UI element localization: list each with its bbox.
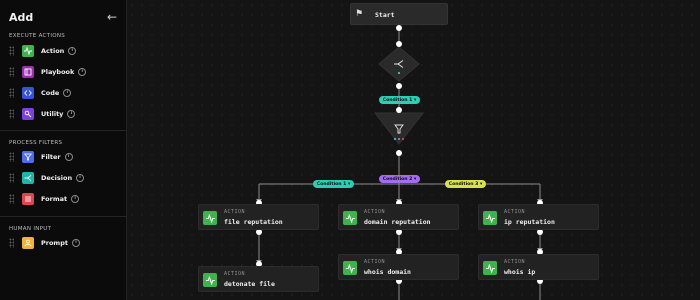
node-type-label: ACTION xyxy=(224,271,246,277)
action-node-domain-reputation[interactable]: ACTION domain reputation xyxy=(338,204,459,230)
condition-label: Condition 1 xyxy=(382,97,413,103)
node-title: whois ip xyxy=(504,268,536,276)
start-label: Start xyxy=(375,11,395,19)
condition-label: Condition 1 xyxy=(316,181,347,187)
filter-condition-2-pill[interactable]: Condition 2 ▾ xyxy=(379,175,420,183)
node-type-label: ACTION xyxy=(504,259,526,265)
action-node-file-reputation[interactable]: ACTION file reputation xyxy=(198,204,319,230)
condition-label: Condition 2 xyxy=(382,176,413,182)
action-node-whois-domain[interactable]: ACTION whois domain xyxy=(338,254,459,280)
action-node-ip-reputation[interactable]: ACTION ip reputation xyxy=(478,204,599,230)
filter-condition-3-pill[interactable]: Condition 3 ▾ xyxy=(445,180,486,188)
node-title: file reputation xyxy=(224,218,283,226)
node-title: whois domain xyxy=(364,268,411,276)
condition-label: Condition 3 xyxy=(448,181,479,187)
action-icon xyxy=(483,211,497,225)
node-title: ip reputation xyxy=(504,218,555,226)
action-icon xyxy=(483,261,497,275)
action-icon xyxy=(343,211,357,225)
start-node[interactable]: ⚑ Start xyxy=(350,3,448,25)
node-type-label: ACTION xyxy=(224,209,246,215)
action-icon xyxy=(343,261,357,275)
decision-node xyxy=(378,46,420,82)
flag-icon: ⚑ xyxy=(355,9,364,19)
node-title: domain reputation xyxy=(364,218,431,226)
decision-condition-pill[interactable]: Condition 1 ▾ xyxy=(379,96,420,104)
action-icon xyxy=(203,211,217,225)
node-type-label: ACTION xyxy=(364,259,386,265)
node-type-label: ACTION xyxy=(504,209,526,215)
action-node-detonate-file[interactable]: ACTION detonate file xyxy=(198,266,319,292)
action-node-whois-ip[interactable]: ACTION whois ip xyxy=(478,254,599,280)
node-type-label: ACTION xyxy=(364,209,386,215)
filter-condition-1-pill[interactable]: Condition 1 ▾ xyxy=(313,180,354,188)
action-icon xyxy=(203,273,217,287)
node-title: detonate file xyxy=(224,280,275,288)
